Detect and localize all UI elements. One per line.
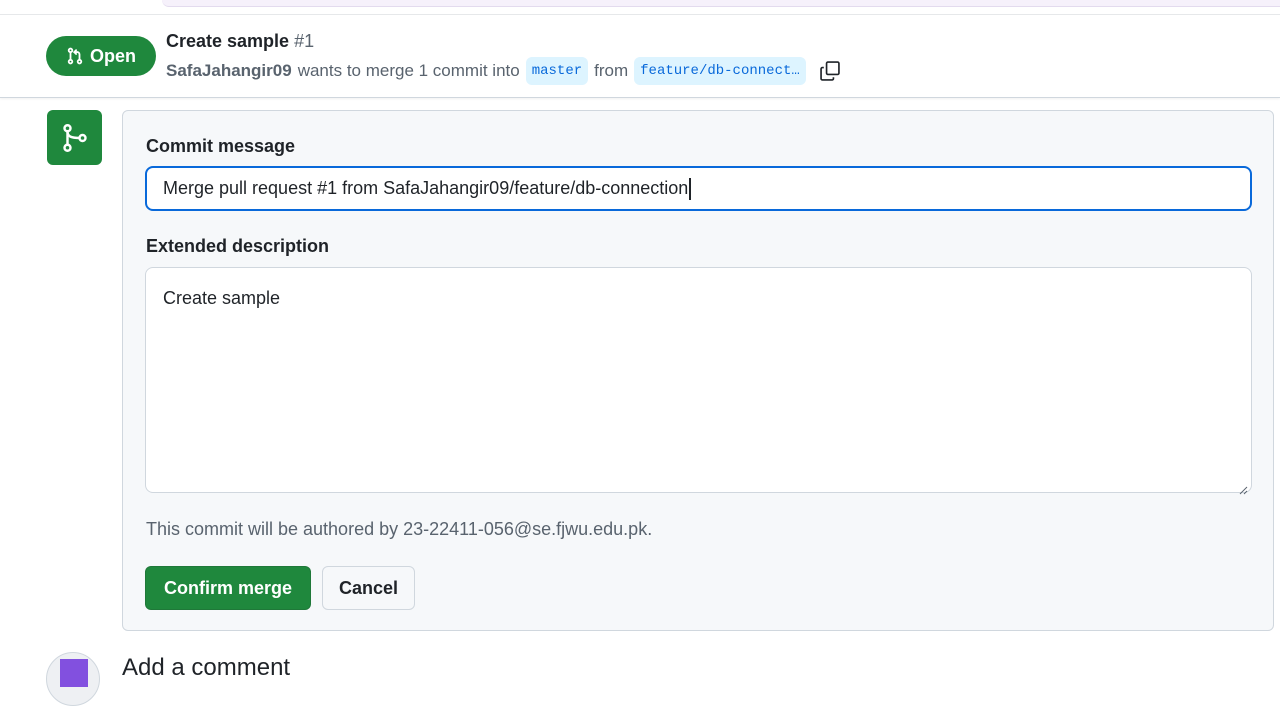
- confirm-merge-button[interactable]: Confirm merge: [145, 566, 311, 610]
- pr-title: Create sample #1: [166, 31, 314, 52]
- git-merge-icon: [47, 110, 102, 165]
- extended-description-textarea[interactable]: Create sample: [145, 267, 1252, 495]
- pr-from-text: from: [594, 61, 629, 80]
- copy-icon[interactable]: [818, 59, 842, 83]
- pr-author-link[interactable]: SafaJahangir09: [166, 61, 292, 81]
- pr-merge-text: wants to merge 1 commit into: [297, 61, 520, 80]
- pr-state-badge: Open: [46, 36, 156, 76]
- top-bar: [0, 0, 1280, 15]
- extended-description-label: Extended description: [146, 236, 330, 256]
- extended-description-value: Create sample: [163, 288, 281, 308]
- merge-form-panel: Commit message Merge pull request #1 fro…: [122, 110, 1274, 631]
- pr-title-text: Create sample: [166, 31, 290, 51]
- pr-state-label: Open: [89, 45, 136, 66]
- commit-author-note: This commit will be authored by 23-22411…: [146, 519, 653, 539]
- commit-message-input[interactable]: Merge pull request #1 from SafaJahangir0…: [145, 166, 1252, 211]
- base-branch-label[interactable]: master: [525, 57, 589, 85]
- pr-number: #1: [294, 31, 315, 51]
- commit-message-value: Merge pull request #1 from SafaJahangir0…: [163, 178, 689, 198]
- commit-message-label: Commit message: [146, 136, 296, 156]
- head-branch-label[interactable]: feature/db-connect…: [634, 57, 806, 85]
- git-pull-request-icon: [66, 47, 84, 65]
- add-comment-heading: Add a comment: [122, 654, 291, 681]
- cancel-button[interactable]: Cancel: [322, 566, 415, 610]
- top-bar-inner: [162, 0, 1280, 7]
- avatar: [46, 652, 100, 706]
- text-caret: [689, 177, 692, 200]
- pr-meta: SafaJahangir09 wants to merge 1 commit i…: [166, 57, 842, 85]
- avatar-image: [60, 659, 88, 687]
- resize-grip-icon[interactable]: [1238, 479, 1248, 495]
- pr-sticky-header: Open Create sample #1 SafaJahangir09 wan…: [0, 15, 1280, 98]
